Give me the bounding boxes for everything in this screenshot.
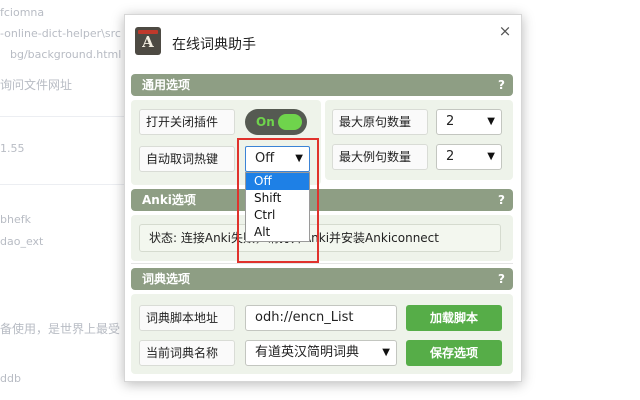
bg-text-line: -online-dict-helper\src <box>0 27 121 40</box>
max-sense-value: 2 <box>446 114 455 129</box>
bg-text-line: bhefk <box>0 213 31 226</box>
help-icon[interactable]: ? <box>498 74 505 96</box>
popup-header: A 在线词典助手 × <box>125 15 521 71</box>
hotkey-select-value: Off <box>255 151 275 166</box>
bg-text-line: fciomna <box>0 6 45 19</box>
close-icon[interactable]: × <box>497 23 513 39</box>
plugin-toggle[interactable]: On <box>245 109 307 135</box>
chevron-down-icon: ▼ <box>487 151 495 162</box>
bg-text-line: 备使用，是世界上最受 <box>0 322 121 336</box>
save-options-button[interactable]: 保存选项 <box>406 340 502 366</box>
dictionary-app-icon: A <box>135 27 161 55</box>
max-example-value: 2 <box>446 149 455 164</box>
anki-section-title: Anki选项 <box>142 193 196 207</box>
chevron-down-icon: ▼ <box>487 116 495 127</box>
load-script-button[interactable]: 加载脚本 <box>406 305 502 331</box>
bg-text-line: 1.55 <box>0 142 25 155</box>
general-section-header: 通用选项 ? <box>131 74 513 96</box>
dict-section-header: 词典选项 ? <box>131 268 513 290</box>
anki-status-text: 状态: 连接Anki失败，请打开Anki并安装Ankiconnect <box>139 224 501 252</box>
hotkey-label: 自动取词热键 <box>139 146 235 172</box>
toggle-knob <box>278 114 302 130</box>
bg-divider <box>0 184 124 185</box>
hotkey-option-shift[interactable]: Shift <box>246 190 309 207</box>
current-dict-value: 有道英汉简明词典 <box>255 345 360 360</box>
hotkey-option-alt[interactable]: Alt <box>246 224 309 241</box>
current-dict-select[interactable]: 有道英汉简明词典 ▼ <box>245 340 397 366</box>
bg-text-line: bg/background.html <box>10 48 122 61</box>
general-section-title: 通用选项 <box>142 78 191 92</box>
max-sense-label: 最大原句数量 <box>332 109 428 135</box>
max-example-select[interactable]: 2 ▼ <box>436 144 502 170</box>
anki-section-header: Anki选项 ? <box>131 189 513 211</box>
help-icon[interactable]: ? <box>498 268 505 290</box>
toggle-state-label: On <box>256 115 275 129</box>
dict-script-label: 词典脚本地址 <box>139 305 235 331</box>
bg-text-line: ddb <box>0 372 21 385</box>
bg-text-line: dao_ext <box>0 235 44 248</box>
toggle-plugin-label: 打开关闭插件 <box>139 109 235 135</box>
bg-divider <box>0 116 124 117</box>
max-example-label: 最大例句数量 <box>332 144 428 170</box>
max-sense-select[interactable]: 2 ▼ <box>436 109 502 135</box>
chevron-down-icon: ▼ <box>382 347 390 358</box>
options-popup: A 在线词典助手 × 通用选项 ? 打开关闭插件 On 自动取词热键 Off ▼… <box>124 14 522 382</box>
hotkey-select[interactable]: Off ▼ <box>245 146 310 172</box>
hotkey-dropdown-list: Off Shift Ctrl Alt <box>245 172 310 242</box>
chevron-down-icon: ▼ <box>295 153 303 164</box>
hotkey-option-ctrl[interactable]: Ctrl <box>246 207 309 224</box>
dict-script-input[interactable]: odh://encn_List <box>245 305 397 331</box>
divider <box>131 263 513 264</box>
popup-title: 在线词典助手 <box>172 37 256 53</box>
dict-section-title: 词典选项 <box>142 272 191 286</box>
current-dict-label: 当前词典名称 <box>139 340 235 366</box>
bg-text-line: 询问文件网址 <box>0 78 73 92</box>
hotkey-option-off[interactable]: Off <box>246 173 309 190</box>
help-icon[interactable]: ? <box>498 189 505 211</box>
